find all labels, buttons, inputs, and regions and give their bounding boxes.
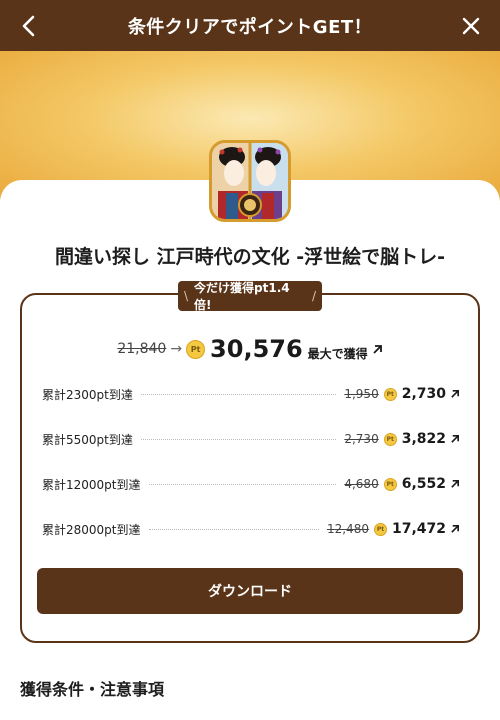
pt-coin-icon: Pt bbox=[373, 522, 387, 536]
milestone-new-value: 6,552 bbox=[401, 476, 446, 492]
milestone-old-value: 1,950 bbox=[344, 387, 379, 401]
promo-badge-text: 今だけ獲得pt1.4倍! bbox=[194, 281, 290, 312]
milestone-label: 累計12000pt到達 bbox=[42, 477, 141, 492]
milestone-new-value: 3,822 bbox=[401, 431, 446, 447]
milestone-old-value: 4,680 bbox=[344, 477, 379, 491]
milestone-label: 累計5500pt到達 bbox=[42, 432, 133, 447]
badge-deco-left: \ bbox=[184, 289, 189, 303]
pt-coin-icon: Pt bbox=[383, 432, 397, 446]
arrow-up-right-icon bbox=[451, 480, 459, 488]
arrow-up-right-icon bbox=[451, 390, 459, 398]
pt-coin-icon: Pt bbox=[383, 387, 397, 401]
app-title: 間違い探し 江戸時代の文化 -浮世絵で脳トレ- bbox=[54, 246, 445, 268]
dotted-leader bbox=[140, 393, 337, 395]
arrow-up-right-icon bbox=[451, 525, 459, 533]
pt-coin-icon: Pt bbox=[383, 477, 397, 491]
max-reward-suffix: 最大で獲得 bbox=[307, 346, 368, 361]
milestone-row: 累計12000pt到達 4,680 Pt 6,552 bbox=[42, 474, 460, 494]
page-title: 条件クリアでポイントGET！ bbox=[127, 16, 373, 38]
milestone-label: 累計2300pt到達 bbox=[42, 387, 133, 402]
milestone-row: 累計2300pt到達 1,950 Pt 2,730 bbox=[42, 384, 460, 404]
close-icon[interactable] bbox=[458, 13, 484, 39]
milestone-old-value: 12,480 bbox=[326, 522, 369, 536]
arrow-up-right-icon bbox=[373, 344, 382, 354]
milestone-row: 累計5500pt到達 2,730 Pt 3,822 bbox=[42, 429, 460, 449]
max-reward-old-value: 21,840 bbox=[117, 341, 167, 357]
download-button[interactable]: ダウンロード bbox=[37, 568, 463, 614]
max-reward-new-value: 30,576 bbox=[210, 335, 303, 363]
milestone-row: 累計28000pt到達 12,480 Pt 17,472 bbox=[42, 519, 460, 539]
promo-badge: \ 今だけ獲得pt1.4倍! / bbox=[178, 281, 322, 312]
milestone-new-value: 2,730 bbox=[401, 386, 446, 402]
header-bar: 条件クリアでポイントGET！ bbox=[0, 0, 500, 51]
milestone-new-value: 17,472 bbox=[391, 521, 446, 537]
arrow-up-right-icon bbox=[451, 435, 459, 443]
chevron-left-icon[interactable] bbox=[16, 13, 42, 39]
dotted-leader bbox=[148, 483, 337, 485]
milestone-old-value: 2,730 bbox=[344, 432, 379, 446]
ukiyoe-portrait-icon bbox=[212, 143, 288, 219]
milestone-label: 累計28000pt到達 bbox=[42, 522, 141, 537]
badge-deco-right: / bbox=[311, 289, 316, 303]
dotted-leader bbox=[148, 528, 319, 530]
max-reward-row: 21,840 → Pt 30,576 最大で獲得 bbox=[0, 333, 500, 365]
arrow-right-icon: → bbox=[170, 341, 183, 357]
app-icon bbox=[209, 140, 291, 222]
pt-coin-icon: Pt bbox=[186, 339, 206, 359]
conditions-section-title: 獲得条件・注意事項 bbox=[20, 680, 165, 699]
dotted-leader bbox=[140, 438, 337, 440]
